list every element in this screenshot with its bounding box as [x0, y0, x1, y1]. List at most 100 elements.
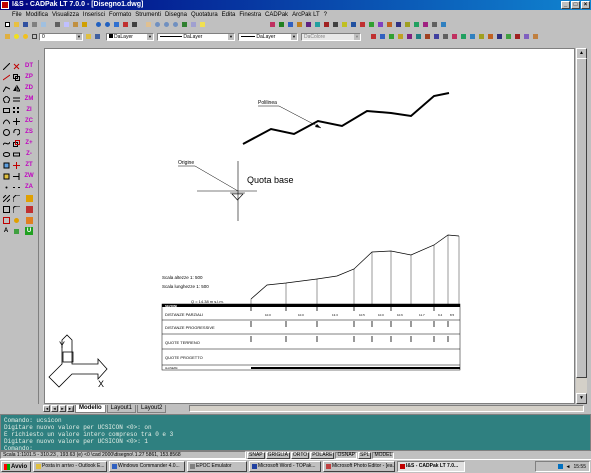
task-word[interactable]: Microsoft Word - TOPak... — [249, 461, 321, 472]
scale-icon[interactable] — [12, 139, 20, 147]
zoom-d-icon[interactable]: ZD — [25, 84, 33, 92]
tab-modello[interactable]: Modello — [75, 404, 106, 413]
cut-icon[interactable] — [53, 21, 61, 29]
polygon-icon[interactable] — [2, 95, 10, 103]
cadpak-tool-icon[interactable] — [286, 21, 294, 29]
menu-quotatura[interactable]: Quotatura — [189, 12, 220, 18]
start-button[interactable]: Avvio — [1, 461, 31, 472]
zoom-previous-icon[interactable] — [171, 21, 179, 29]
construction-line-icon[interactable] — [2, 73, 10, 81]
lightbulb-icon[interactable] — [12, 33, 20, 41]
cadpak-tool-icon[interactable] — [313, 21, 321, 29]
horizontal-scrollbar[interactable] — [189, 405, 584, 412]
menu-file[interactable]: File — [10, 12, 24, 18]
cadpak-tool-icon[interactable] — [439, 21, 447, 29]
tab-next-icon[interactable]: ► — [59, 405, 66, 412]
menu-edita[interactable]: Edita — [220, 12, 238, 18]
match-properties-icon[interactable] — [80, 21, 88, 29]
tab-first-icon[interactable]: |◄ — [43, 405, 50, 412]
cadpak-tool-icon[interactable] — [369, 33, 377, 41]
task-outlook[interactable]: Posta in arrivo - Outlook E... — [33, 461, 107, 472]
array-icon[interactable] — [12, 106, 20, 114]
undo-icon[interactable] — [94, 21, 102, 29]
scroll-thumb[interactable] — [576, 58, 587, 378]
chamfer-icon[interactable] — [12, 194, 20, 202]
cadpak-tool-icon[interactable] — [412, 21, 420, 29]
menu-inserisci[interactable]: Inserisci — [81, 12, 107, 18]
vertical-scrollbar[interactable]: ▲ ▼ — [576, 48, 587, 404]
cadpak-tool-icon[interactable] — [387, 33, 395, 41]
cadpak-tool-icon[interactable] — [340, 21, 348, 29]
mtext-icon[interactable]: A — [2, 227, 10, 235]
cadpak-tool-icon[interactable] — [268, 21, 276, 29]
menu-strumenti[interactable]: Strumenti — [133, 12, 163, 18]
cadpak-tool-icon[interactable] — [441, 33, 449, 41]
region-icon[interactable] — [2, 205, 10, 213]
zoom-scale-icon[interactable]: ZS — [25, 128, 33, 136]
cadpak-tool-icon[interactable] — [396, 33, 404, 41]
zoom-plus-icon[interactable]: Z+ — [25, 139, 33, 147]
help-icon[interactable] — [198, 21, 206, 29]
spline-icon[interactable] — [2, 139, 10, 147]
tab-layout2[interactable]: Layout2 — [137, 404, 167, 413]
point-icon[interactable] — [2, 183, 10, 191]
preview-icon[interactable] — [39, 21, 47, 29]
zoom-window-icon[interactable] — [162, 21, 170, 29]
break-icon[interactable] — [12, 183, 20, 191]
open-icon[interactable] — [12, 21, 20, 29]
rectangle-icon[interactable] — [2, 106, 10, 114]
menu-arcpak[interactable]: ArcPak LT — [290, 12, 322, 18]
tab-layout1[interactable]: Layout1 — [106, 404, 137, 413]
ellipse-icon[interactable] — [2, 150, 10, 158]
drawing-svg[interactable]: Polilinea Origine Quota base Scala altez… — [45, 49, 574, 403]
chevron-down-icon[interactable]: ▼ — [147, 33, 153, 40]
cadpak-tool-icon[interactable] — [486, 33, 494, 41]
snap-toggle[interactable]: SNAP — [247, 451, 265, 459]
zoom-realtime-icon[interactable] — [153, 21, 161, 29]
ortho-toggle[interactable]: ORTO — [290, 451, 310, 459]
arc-icon[interactable] — [2, 117, 10, 125]
zoom-center-icon[interactable]: ZC — [25, 117, 33, 125]
cadpak-tool-icon[interactable] — [277, 21, 285, 29]
cadpak-tool-icon[interactable] — [421, 21, 429, 29]
zoom-m-icon[interactable]: ZM — [25, 95, 34, 103]
menu-modifica[interactable]: Modifica — [24, 12, 50, 18]
offset-icon[interactable] — [12, 95, 20, 103]
cadpak-tool-icon[interactable] — [477, 33, 485, 41]
cadpak-tool-icon[interactable] — [423, 33, 431, 41]
copy-icon[interactable] — [62, 21, 70, 29]
maximize-button[interactable]: □ — [571, 1, 580, 9]
layer-tool-icon[interactable] — [25, 194, 33, 202]
osnap-toggle[interactable]: OSNAP — [335, 451, 357, 459]
cadpak-tool-icon[interactable] — [504, 33, 512, 41]
menu-cadpak[interactable]: CADPak — [263, 12, 290, 18]
cadpak-tool-icon[interactable] — [295, 21, 303, 29]
zoom-previous-icon[interactable]: ZP — [25, 73, 33, 81]
ucs-icon[interactable] — [130, 21, 138, 29]
minimize-button[interactable]: _ — [561, 1, 570, 9]
cadpak-tool-icon[interactable] — [349, 21, 357, 29]
cadpak-tool-icon[interactable] — [522, 33, 530, 41]
cadpak-tool-icon[interactable] — [459, 33, 467, 41]
cadpak-tool-icon[interactable] — [367, 21, 375, 29]
cadpak-tool-icon[interactable] — [378, 33, 386, 41]
cadpak-tool-icon[interactable] — [414, 33, 422, 41]
lineweight-select[interactable]: DaLayer ▼ — [238, 32, 298, 41]
pan-icon[interactable] — [144, 21, 152, 29]
ucs-tool-icon[interactable]: U — [25, 227, 33, 235]
sun-icon[interactable] — [21, 33, 29, 41]
chevron-down-icon[interactable]: ▼ — [354, 33, 360, 40]
insert-block-icon[interactable] — [2, 172, 10, 180]
cadpak-tool-icon[interactable] — [432, 33, 440, 41]
hyperlink-icon[interactable] — [112, 21, 120, 29]
trim-icon[interactable] — [12, 161, 20, 169]
cadpak-tool-icon[interactable] — [394, 21, 402, 29]
tab-last-icon[interactable]: ►| — [67, 405, 74, 412]
chevron-down-icon[interactable]: ▼ — [291, 33, 297, 40]
title-bar[interactable]: I&S - CADPak LT 7.0.0 - [Disegno1.dwg] _… — [0, 0, 591, 10]
design-center-icon[interactable] — [189, 21, 197, 29]
network-icon[interactable] — [557, 464, 563, 469]
block-icon[interactable] — [2, 161, 10, 169]
cadpak-tool-icon[interactable] — [430, 21, 438, 29]
task-photo-editor[interactable]: Microsoft Photo Editor - [ea... — [323, 461, 395, 472]
